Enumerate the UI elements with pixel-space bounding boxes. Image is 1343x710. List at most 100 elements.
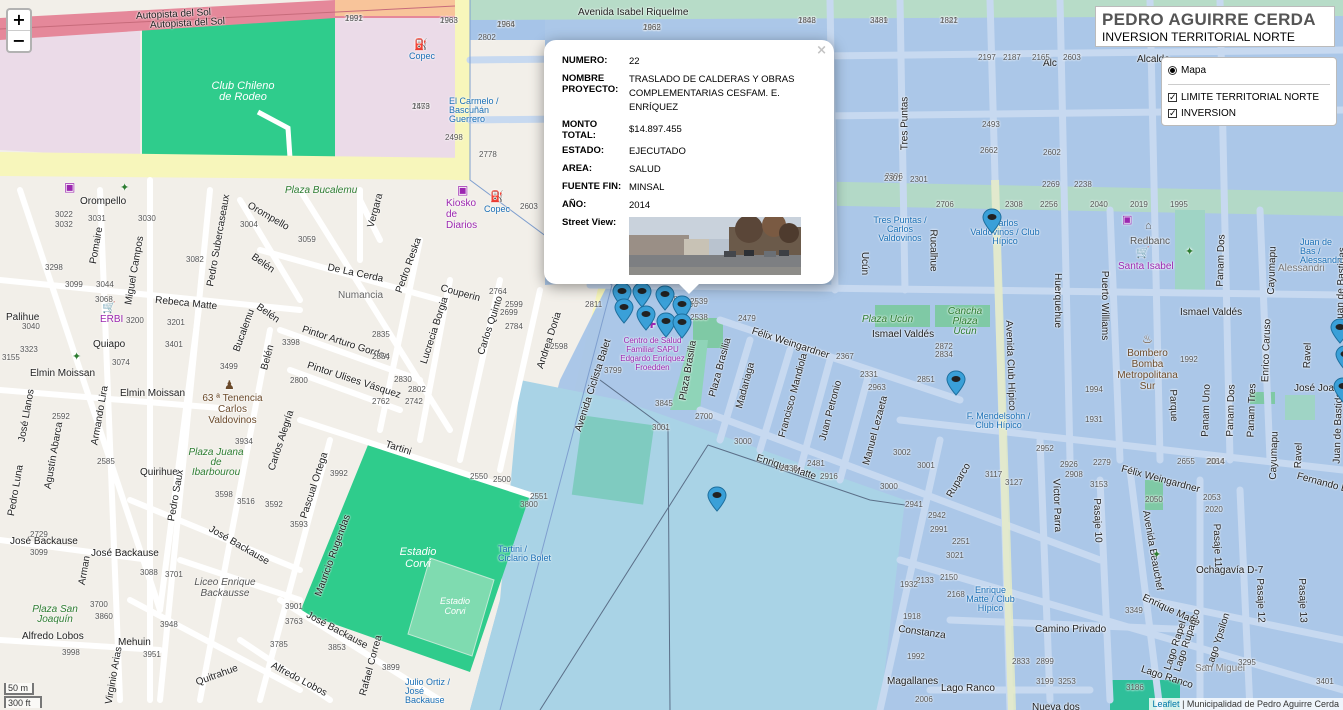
playground-icon: ✦ xyxy=(72,351,82,363)
scale-imperial: 300 ft xyxy=(4,696,42,708)
road-label: Enrico Caruso xyxy=(1260,318,1274,383)
poi-label: ERBI xyxy=(100,314,124,325)
popup-close-button[interactable]: × xyxy=(816,43,827,58)
shop-icon: ▣ xyxy=(1122,214,1133,226)
checkbox[interactable]: ✓ xyxy=(1168,108,1177,118)
house-number: 1992 xyxy=(907,652,925,661)
house-number: 2941 xyxy=(905,500,923,509)
poi-label: Copec xyxy=(409,51,436,61)
house-number: 3860 xyxy=(95,612,113,621)
house-number: 2308 xyxy=(1005,200,1023,209)
zoom-out-button[interactable]: − xyxy=(8,30,30,51)
house-number: 3593 xyxy=(290,520,308,529)
investment-marker-icon[interactable] xyxy=(672,313,692,339)
house-number: 2150 xyxy=(940,573,958,582)
road-label: Ismael Valdés xyxy=(1180,307,1243,318)
radio-button[interactable] xyxy=(1168,65,1177,75)
police-icon: ♟ xyxy=(224,378,235,392)
road-label: Ucún xyxy=(859,251,871,276)
house-number: 2784 xyxy=(505,322,523,331)
house-number: 3127 xyxy=(1005,478,1023,487)
investment-marker-icon[interactable] xyxy=(1335,345,1343,371)
field-value: $14.897.455 xyxy=(629,124,682,135)
house-number: 3000 xyxy=(734,437,752,446)
popup-row: FUENTE FIN: MINSAL xyxy=(562,180,809,198)
investment-marker-icon[interactable] xyxy=(614,298,634,324)
investment-marker-icon[interactable] xyxy=(982,208,1002,234)
road-label: Elmin Moissan xyxy=(30,368,96,379)
house-number: 3901 xyxy=(285,602,303,611)
leaflet-link[interactable]: Leaflet xyxy=(1153,699,1180,709)
house-number: 2550 xyxy=(470,472,488,481)
investment-marker-icon[interactable] xyxy=(636,305,656,331)
plaza-label: Plaza Bucalemu xyxy=(285,185,358,196)
street-view-image[interactable] xyxy=(629,217,801,275)
road-label: Pasaje 13 xyxy=(1295,578,1309,623)
house-number: 3992 xyxy=(330,469,348,478)
house-number: 2830 xyxy=(394,375,412,384)
popup-row: NUMERO: 22 xyxy=(562,54,809,72)
house-number: 3799 xyxy=(604,366,622,375)
investment-marker-icon[interactable] xyxy=(707,486,727,512)
playground-icon: ✦ xyxy=(120,182,130,194)
house-number: 2014 xyxy=(1207,457,1225,466)
plaza-label: Plaza San Joaquín xyxy=(32,604,78,625)
base-layer-option[interactable]: Mapa xyxy=(1168,62,1330,78)
investment-marker-icon[interactable] xyxy=(1333,377,1343,403)
house-number: 2238 xyxy=(1074,180,1092,189)
investment-marker-icon[interactable] xyxy=(1330,318,1343,344)
overlay-option-inversion[interactable]: ✓ INVERSION xyxy=(1168,105,1330,121)
page-title: PEDRO AGUIRRE CERDA xyxy=(1102,10,1316,29)
house-number: 1994 xyxy=(1085,385,1103,394)
house-number: 3153 xyxy=(1090,480,1108,489)
house-number: 2538 xyxy=(690,313,708,322)
house-number: 3763 xyxy=(285,617,303,626)
checkbox[interactable]: ✓ xyxy=(1168,92,1177,102)
field-key: AREA: xyxy=(562,163,593,174)
field-value: TRASLADO DE CALDERAS Y OBRAS COMPLEMENTA… xyxy=(629,74,795,113)
house-number: 2197 xyxy=(978,53,996,62)
project-popup: × NUMERO: 22 NOMBRE PROYECTO: TRASLADO DE … xyxy=(544,40,834,294)
fire-station-icon: ♨ xyxy=(1142,332,1153,346)
house-number: 2498 xyxy=(445,133,463,142)
road-label: Panam Dos xyxy=(1224,384,1238,437)
zoom-in-button[interactable]: + xyxy=(8,10,30,30)
road-label: Nueva dos xyxy=(1032,702,1080,710)
road-label: Panam Uno xyxy=(1199,383,1213,438)
house-number: 2762 xyxy=(372,397,390,406)
house-number: 2926 xyxy=(1060,460,1078,469)
road-label: Mehuin xyxy=(118,637,151,648)
house-number: 2539 xyxy=(690,297,708,306)
house-number: 2742 xyxy=(405,397,423,406)
house-number: 2251 xyxy=(952,537,970,546)
road-label: Parque xyxy=(1167,389,1180,422)
fuel-icon: ⛽ xyxy=(414,39,428,51)
house-number: 1963 xyxy=(440,16,458,25)
road-label: Ravel xyxy=(1292,442,1305,469)
bank-icon: ⌂ xyxy=(1145,220,1152,232)
attribution-separator: | xyxy=(1179,699,1187,709)
stadium-label: Estadio Corvi xyxy=(399,546,437,570)
shop-icon: 🛒 xyxy=(1136,247,1150,259)
field-value: 2014 xyxy=(629,200,651,211)
house-number: 3059 xyxy=(298,235,316,244)
house-number: 2764 xyxy=(489,287,507,296)
house-number: 2168 xyxy=(947,590,965,599)
shop-icon: ▣ xyxy=(64,180,76,194)
house-number: 3853 xyxy=(328,643,346,652)
house-number: 2802 xyxy=(478,33,496,42)
popup-row: Street View: xyxy=(562,216,809,278)
poi-label: Copec xyxy=(484,204,511,214)
investment-marker-icon[interactable] xyxy=(946,370,966,396)
plaza-label: Cancha Plaza Ucún xyxy=(947,306,983,337)
field-value: MINSAL xyxy=(629,182,665,193)
house-number: 1995 xyxy=(1170,200,1188,209)
house-number: 3951 xyxy=(143,650,161,659)
road-label: Avenida Isabel Riquelme xyxy=(578,7,689,18)
house-number: 2599 xyxy=(505,300,523,309)
house-number: 3022 xyxy=(55,210,73,219)
poi-label: Bombero Bomba Metropolitana Sur xyxy=(1117,348,1178,392)
overlay-option-limite[interactable]: ✓ LIMITE TERRITORIAL NORTE xyxy=(1168,89,1330,105)
house-number: 3099 xyxy=(65,280,83,289)
house-number: 3000 xyxy=(880,482,898,491)
